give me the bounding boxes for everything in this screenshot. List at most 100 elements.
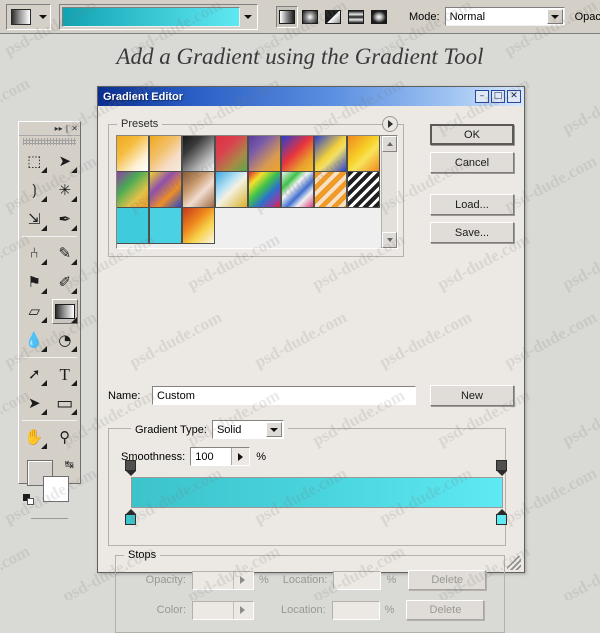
preset-foreground-to-background[interactable] — [117, 136, 149, 172]
hand-tool[interactable]: ✋ — [19, 423, 50, 452]
scroll-down-icon[interactable] — [382, 232, 397, 248]
tool-flyout-corner — [71, 167, 77, 173]
gradient-tool[interactable] — [50, 297, 81, 326]
angle-gradient-button[interactable] — [322, 6, 344, 28]
color-stop-left[interactable] — [125, 509, 138, 526]
crop-tool[interactable]: ⇲ — [19, 205, 50, 234]
dodge-tool[interactable]: ◔ — [50, 326, 81, 355]
radial-gradient-button[interactable] — [299, 6, 321, 28]
color-stop-right[interactable] — [496, 509, 509, 526]
close-icon[interactable]: ✕ — [71, 124, 78, 133]
gradient-bar-wrap — [125, 460, 507, 525]
page-title: Add a Gradient using the Gradient Tool — [116, 44, 484, 69]
gradient-swatch-group — [59, 3, 258, 30]
color-stop-label: Color: — [156, 604, 186, 616]
preset-red-orange-white[interactable] — [182, 207, 215, 244]
presets-group: Presets — [108, 116, 404, 257]
eraser-tool[interactable]: ▱ — [19, 297, 50, 326]
gradient-type-select[interactable]: Solid — [211, 420, 284, 439]
smoothness-input[interactable]: 100 — [190, 447, 251, 466]
toolbox-titlebar[interactable]: ▸▸ | ✕ — [19, 122, 80, 136]
preset-copper[interactable] — [182, 171, 215, 208]
watermark-text: psd-dude.com — [0, 541, 33, 600]
stamp-tool[interactable]: ⚑ — [19, 268, 50, 297]
preset-chrome[interactable] — [215, 171, 248, 208]
minimize-button[interactable]: – — [475, 90, 489, 103]
save-button[interactable]: Save... — [430, 222, 514, 243]
close-button[interactable]: ✕ — [507, 90, 521, 103]
name-input[interactable]: Custom — [152, 386, 416, 405]
divider — [22, 236, 77, 237]
reflected-gradient-button[interactable] — [345, 6, 367, 28]
preset-transparent-rainbow[interactable] — [281, 171, 314, 208]
preset-yellow-violet-orange-blue[interactable] — [149, 171, 182, 208]
ok-button[interactable]: OK — [430, 124, 514, 145]
preset-cyan-solid-a[interactable] — [117, 207, 149, 244]
preset-spectrum[interactable] — [248, 171, 281, 208]
zoom-tool[interactable]: ⚲ — [50, 423, 81, 452]
swap-colors-icon[interactable]: ↹ — [65, 458, 74, 471]
default-colors-icon[interactable] — [23, 494, 34, 505]
magnifier-icon: ⚲ — [59, 428, 71, 446]
maximize-button[interactable]: □ — [491, 90, 505, 103]
brush-tool[interactable]: ✎ — [50, 239, 81, 268]
tool-flyout-corner — [40, 167, 47, 173]
preset-blue-red-yellow[interactable] — [281, 136, 314, 172]
gradient-picker-chevron-down-icon[interactable] — [240, 7, 255, 27]
eyedropper-tool[interactable]: ✒ — [50, 205, 81, 234]
gradient-tool-icon[interactable] — [7, 5, 35, 29]
diamond-gradient-button[interactable] — [368, 6, 390, 28]
rectangle-shape-tool[interactable]: ▭ — [50, 389, 81, 418]
preset-red-green[interactable] — [215, 136, 248, 172]
blur-tool[interactable]: 💧 — [19, 326, 50, 355]
dialog-titlebar[interactable]: Gradient Editor – □ ✕ — [98, 87, 524, 106]
preset-violet-orange[interactable] — [248, 136, 281, 172]
history-brush-tool[interactable]: ✐ — [50, 268, 81, 297]
collapse-icon[interactable]: ▸▸ — [55, 124, 63, 133]
opacity-stop-delete-button: Delete — [408, 570, 487, 590]
presets-label: Presets — [117, 118, 163, 130]
chevron-down-icon[interactable] — [265, 422, 282, 437]
opacity-stop-left[interactable] — [125, 460, 138, 476]
preset-foreground-to-transparent[interactable] — [149, 136, 182, 172]
mode-select[interactable]: Normal — [444, 7, 565, 26]
scroll-up-icon[interactable] — [382, 136, 397, 152]
magic-wand-tool[interactable]: ✳ — [50, 176, 81, 205]
current-gradient-swatch[interactable] — [62, 6, 240, 27]
tool-flyout-corner — [71, 225, 77, 231]
chevron-right-icon — [233, 571, 251, 589]
presets-scrollbar[interactable] — [381, 136, 397, 248]
tool-flyout-corner — [71, 346, 77, 352]
pen-tool[interactable]: ➤ — [19, 389, 50, 418]
preset-transparent-stripes[interactable] — [314, 171, 347, 208]
linear-gradient-button[interactable] — [276, 5, 298, 28]
chevron-down-icon[interactable] — [35, 5, 50, 29]
resize-grip-icon[interactable] — [507, 556, 521, 570]
type-tool[interactable]: T — [50, 360, 81, 389]
load-button[interactable]: Load... — [430, 194, 514, 215]
preset-blue-yellow-blue[interactable] — [314, 136, 347, 172]
preset-black-white[interactable] — [182, 136, 215, 172]
history-brush-icon: ✐ — [58, 273, 72, 291]
healing-brush-tool[interactable]: ⑃ — [19, 239, 50, 268]
gradient-bar-preview[interactable] — [131, 477, 503, 508]
presets-panel — [116, 135, 398, 249]
opacity-stop-right[interactable] — [496, 460, 509, 476]
presets-scroll-area[interactable] — [117, 136, 381, 248]
preset-cyan-solid-b[interactable] — [149, 207, 182, 244]
chevron-right-icon[interactable] — [231, 448, 250, 465]
preset-violet-green-orange[interactable] — [117, 171, 149, 208]
preset-orange-yellow-orange[interactable] — [347, 136, 380, 172]
toolbox-drag-handle[interactable] — [23, 138, 76, 145]
new-button[interactable]: New — [430, 385, 514, 406]
preset-black-white-stripes[interactable] — [347, 171, 380, 208]
move-tool[interactable]: ➤ — [50, 147, 81, 176]
path-selection-tool[interactable]: ➚ — [19, 360, 50, 389]
presets-menu-arrow-icon[interactable] — [382, 116, 398, 132]
opacity-group: Opacity: 100% — [575, 7, 600, 26]
lasso-tool[interactable]: ⟯ — [19, 176, 50, 205]
chevron-down-icon[interactable] — [546, 9, 563, 24]
background-color-swatch[interactable] — [43, 476, 69, 502]
cancel-button[interactable]: Cancel — [430, 152, 514, 173]
rectangular-marquee-tool[interactable]: ⬚ — [19, 147, 50, 176]
